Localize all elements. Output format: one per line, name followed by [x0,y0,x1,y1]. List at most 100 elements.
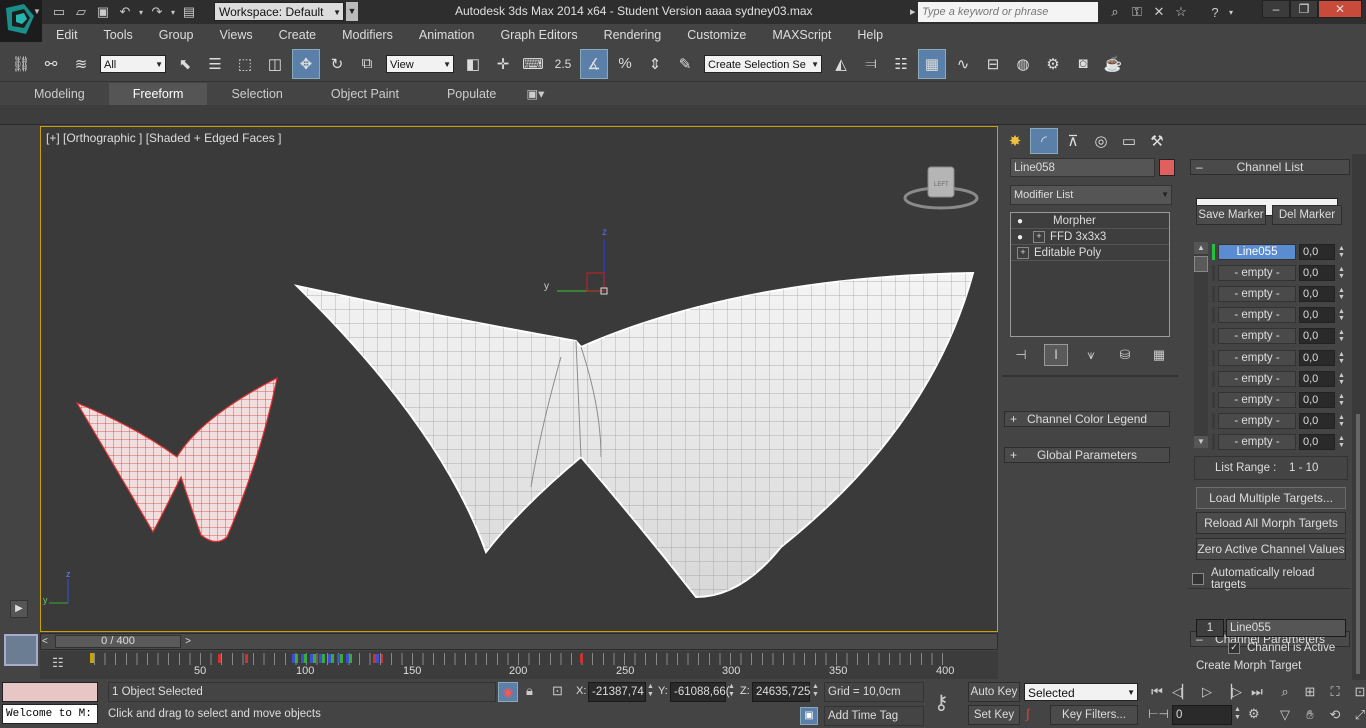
reload-all-targets-button[interactable]: Reload All Morph Targets [1196,512,1346,534]
redo-icon[interactable]: ↷ [146,2,168,22]
render-teapot-icon[interactable]: ☕ [1100,50,1126,78]
morph-target-mesh[interactable] [75,376,278,543]
channel-value-field[interactable]: 0,0 [1299,349,1335,366]
expand-arrow-icon[interactable]: ▶ [10,600,28,618]
channel-value-field[interactable]: 0,0 [1299,243,1335,260]
tab-modeling[interactable]: Modeling [10,83,109,105]
modifier-bulb-icon[interactable]: ● [1017,232,1031,243]
maxscript-mini-listener-top[interactable] [2,682,98,702]
channel-value-field[interactable]: 0,0 [1299,285,1335,302]
global-parameters-rollout[interactable]: + Global Parameters [1004,447,1170,463]
next-frame-icon[interactable]: ▕▷ [1221,682,1243,702]
percent-snap-icon[interactable]: % [612,50,638,78]
set-keys-key-icon[interactable]: ⚷ [934,690,949,715]
modifier-list-dropdown[interactable]: Modifier List [1010,185,1172,205]
auto-reload-checkbox[interactable] [1192,573,1204,585]
channel-scrollbar[interactable]: ▲ ▼ [1194,242,1208,448]
bind-to-space-warp-icon[interactable]: ≋ [68,50,94,78]
select-by-name-icon[interactable]: ☰ [202,50,228,78]
search-input[interactable]: Type a keyword or phrase [918,2,1098,22]
channel-value-field[interactable]: 0,0 [1299,391,1335,408]
channel-spinner-icon[interactable]: ▲ ▼ [1338,414,1346,428]
select-object-icon[interactable]: ⬉ [172,50,198,78]
select-and-link-icon[interactable]: ⛓ [8,50,34,78]
expand-plus-icon[interactable]: + [1033,231,1045,243]
new-file-icon[interactable]: ▭ [48,2,70,22]
channel-name-button[interactable]: - empty - [1218,434,1296,451]
y-spinner-icon[interactable]: ▲ ▼ [728,683,735,699]
channel-name-button[interactable]: - empty - [1218,391,1296,408]
close-button[interactable]: ✕ [1318,0,1362,18]
pin-stack-icon[interactable]: ⊣ [1010,345,1032,365]
key-mode-dropdown[interactable]: Selected [1024,683,1138,702]
schematic-view-icon[interactable]: ⊟ [980,50,1006,78]
time-configuration-icon[interactable]: ⚙ [1248,706,1260,722]
previous-frame-icon[interactable]: ◁▏ [1171,682,1193,702]
display-tab-icon[interactable]: ▭ [1116,129,1142,153]
default-tangents-icon[interactable]: ∫ [1026,706,1030,721]
scroll-thumb[interactable] [1194,256,1208,272]
selection-lock-icon[interactable]: 🔒︎ [526,683,533,699]
tab-selection[interactable]: Selection [207,83,306,105]
channel-name-button[interactable]: - empty - [1218,307,1296,324]
channel-value-field[interactable]: 0,0 [1299,264,1335,281]
sydney-shell-mesh[interactable] [293,271,975,599]
undo-icon[interactable]: ↶ [114,2,136,22]
auto-key-button[interactable]: Auto Key [968,682,1020,702]
move-gizmo[interactable] [557,239,608,295]
mirror-icon[interactable]: ◭ [828,50,854,78]
channel-name-button[interactable]: - empty - [1218,328,1296,345]
go-to-end-icon[interactable]: ⏭︎ [1246,682,1268,702]
save-icon[interactable]: ▣ [92,2,114,22]
rectangular-selection-icon[interactable]: ⬚ [232,50,258,78]
object-name-field[interactable]: Line058 [1010,158,1155,177]
subscription-key-icon[interactable]: ⚿ [1126,2,1148,22]
show-end-result-icon[interactable]: Ⅰ [1044,344,1068,366]
channel-value-field[interactable]: 0,0 [1299,370,1335,387]
time-slider-thumb[interactable]: 0 / 400 [55,635,181,648]
next-frame-arrow-icon[interactable]: > [182,635,194,648]
key-marker-group[interactable] [373,654,383,663]
y-coordinate-field[interactable]: -61088,66( [670,682,730,702]
z-coordinate-field[interactable]: 24635,725 [752,682,810,702]
viewport-layout-icon[interactable] [4,634,38,666]
scroll-down-icon[interactable]: ▼ [1194,436,1208,448]
favorites-star-icon[interactable]: ☆ [1170,2,1192,22]
orbit-icon[interactable]: ⟲ [1324,705,1346,725]
tab-object-paint[interactable]: Object Paint [307,83,423,105]
align-icon[interactable]: ⫤ [858,50,884,78]
x-coordinate-field[interactable]: -21387,74 [588,682,646,702]
channel-name-button[interactable]: - empty - [1218,264,1296,281]
channel-name-field[interactable]: Line055 [1226,619,1346,637]
channel-spinner-icon[interactable]: ▲ ▼ [1338,245,1346,259]
modify-tab-icon[interactable]: ◜ [1030,128,1058,154]
channel-name-button[interactable]: - empty - [1218,285,1296,302]
mini-curve-editor-icon[interactable]: ☷ [52,655,70,671]
reference-coordinate-dropdown[interactable]: View [386,54,454,74]
project-folder-icon[interactable]: ▤ [178,2,200,22]
key-marker-group[interactable] [292,654,352,663]
channel-value-field[interactable]: 0,0 [1299,434,1335,451]
play-icon[interactable]: ▷ [1196,682,1218,702]
zero-active-channels-button[interactable]: Zero Active Channel Values [1196,538,1346,560]
app-logo[interactable]: ▼ [0,0,42,42]
remove-modifier-icon[interactable]: ⛁ [1114,345,1136,365]
communication-icon[interactable]: ✕ [1148,2,1170,22]
channel-spinner-icon[interactable]: ▲ ▼ [1338,372,1346,386]
tab-populate[interactable]: Populate [423,83,520,105]
help-icon[interactable]: ? [1204,2,1226,22]
current-frame-field[interactable]: 0 [1172,705,1232,725]
select-and-move-icon[interactable]: ✥ [292,48,320,79]
open-file-icon[interactable]: ▱ [70,2,92,22]
prev-frame-arrow-icon[interactable]: < [42,635,54,648]
menu-edit[interactable]: Edit [42,24,91,46]
selection-filter-dropdown[interactable]: All [100,54,166,74]
zoom-extents-icon[interactable]: ⛶ [1324,682,1346,702]
channel-color-legend-rollout[interactable]: + Channel Color Legend [1004,411,1170,427]
x-spinner-icon[interactable]: ▲ ▼ [647,683,654,699]
scroll-up-icon[interactable]: ▲ [1194,242,1208,254]
zoom-all-icon[interactable]: ⊞ [1299,682,1321,702]
isolate-selection-icon[interactable]: ◉ [498,682,518,702]
track-bar[interactable]: ☷ 50 100 150 200 250 300 350 400 [40,651,998,679]
edit-named-selection-icon[interactable]: ✎ [672,50,698,78]
